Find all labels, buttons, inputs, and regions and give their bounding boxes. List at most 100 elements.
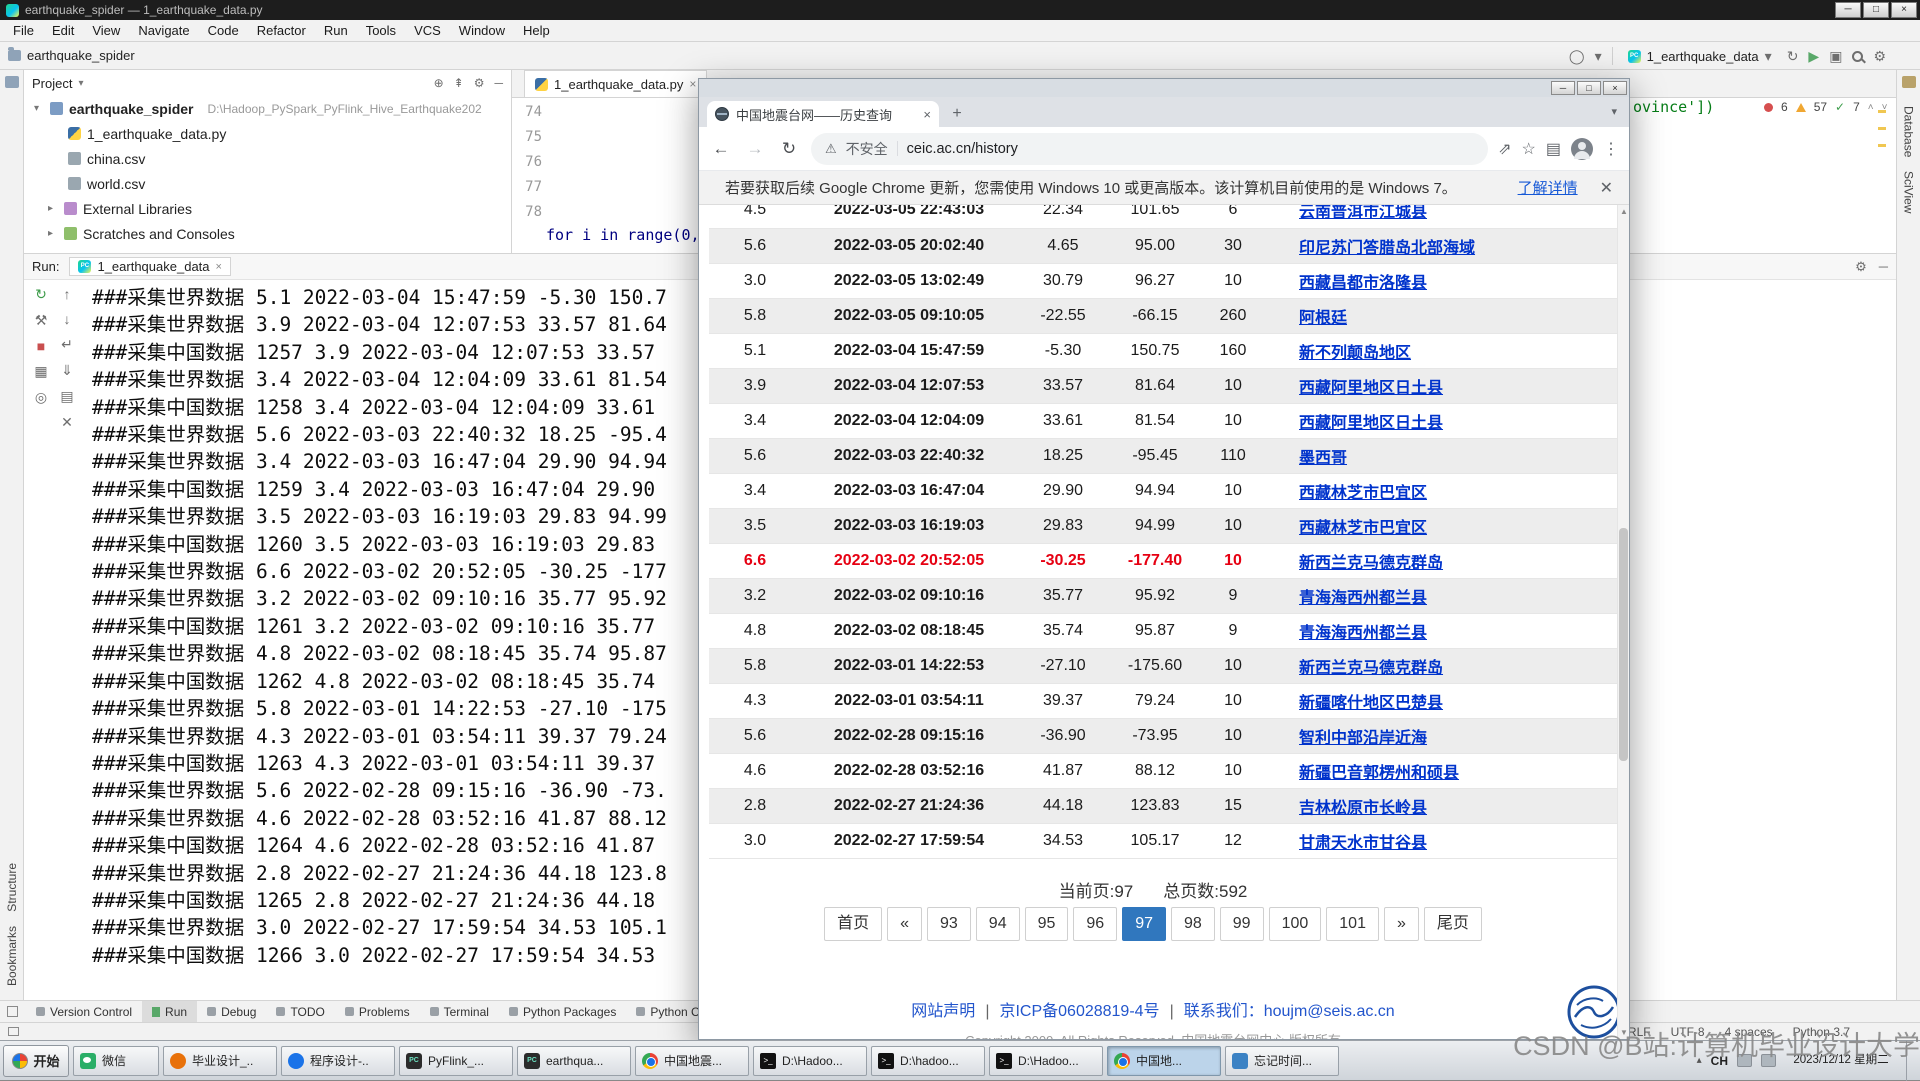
- menu-item-refactor[interactable]: Refactor: [248, 21, 315, 40]
- location-link[interactable]: 阿根廷: [1299, 310, 1347, 327]
- minimize-button[interactable]: ─: [1835, 2, 1861, 18]
- close-tab-icon[interactable]: ×: [689, 77, 696, 91]
- location-link[interactable]: 西藏林芝市巴宜区: [1299, 485, 1427, 502]
- location-link[interactable]: 青海海西州都兰县: [1299, 590, 1427, 607]
- location-link[interactable]: 印尼苏门答腊岛北部海域: [1299, 240, 1475, 257]
- scrollbar[interactable]: ▲ ▼: [1617, 205, 1629, 1039]
- page-button-item[interactable]: 首页: [824, 907, 882, 941]
- grid-icon[interactable]: [8, 1027, 19, 1036]
- page-button-95[interactable]: 95: [1025, 907, 1069, 941]
- taskbar-item[interactable]: 中国地...: [1107, 1046, 1221, 1076]
- location-link[interactable]: 西藏昌都市洛隆县: [1299, 275, 1427, 292]
- run-tab[interactable]: PC 1_earthquake_data ×: [69, 257, 230, 276]
- tool-window-problems[interactable]: Problems: [335, 1001, 420, 1023]
- page-button-94[interactable]: 94: [976, 907, 1020, 941]
- location-link[interactable]: 新疆巴音郭楞州和硕县: [1299, 765, 1459, 782]
- tab-search-icon[interactable]: ▾: [1611, 105, 1617, 118]
- menu-icon[interactable]: ⋮: [1603, 139, 1619, 159]
- address-bar[interactable]: ⚠ 不安全 ceic.ac.cn/history: [811, 133, 1488, 165]
- update-project-icon[interactable]: ↻: [1787, 48, 1799, 65]
- close-button[interactable]: ×: [1603, 81, 1627, 95]
- soft-wrap-icon[interactable]: ↵: [61, 336, 73, 353]
- footer-link[interactable]: 联系我们：houjm@seis.ac.cn: [1184, 1003, 1395, 1020]
- stop-icon[interactable]: ■: [37, 338, 45, 354]
- taskbar-item[interactable]: 中国地震...: [635, 1046, 749, 1076]
- location-link[interactable]: 西藏林芝市巴宜区: [1299, 520, 1427, 537]
- location-link[interactable]: 吉林松原市长岭县: [1299, 800, 1427, 817]
- page-button-98[interactable]: 98: [1171, 907, 1215, 941]
- menu-item-vcs[interactable]: VCS: [405, 21, 450, 40]
- location-link[interactable]: 新西兰克马德克群岛: [1299, 660, 1443, 677]
- page-button-97[interactable]: 97: [1122, 907, 1166, 941]
- print-icon[interactable]: ▤: [60, 388, 73, 405]
- scroll-end-icon[interactable]: ⇓: [61, 362, 73, 379]
- forward-icon[interactable]: →: [743, 139, 767, 159]
- menu-item-edit[interactable]: Edit: [43, 21, 83, 40]
- maximize-button[interactable]: □: [1863, 2, 1889, 18]
- project-panel-title[interactable]: Project: [32, 76, 72, 91]
- tree-item-scratches[interactable]: ▸ Scratches and Consoles: [24, 221, 511, 246]
- wrench-icon[interactable]: ⚒: [35, 312, 48, 329]
- minimize-button[interactable]: ─: [1551, 81, 1575, 95]
- locate-file-icon[interactable]: ⊕: [434, 76, 444, 90]
- taskbar-item[interactable]: 毕业设计_..: [163, 1046, 277, 1076]
- start-button[interactable]: 开始: [3, 1045, 69, 1077]
- menu-item-help[interactable]: Help: [514, 21, 559, 40]
- menu-item-tools[interactable]: Tools: [357, 21, 405, 40]
- menu-item-code[interactable]: Code: [199, 21, 248, 40]
- breadcrumb[interactable]: earthquake_spider: [8, 48, 135, 63]
- new-tab-button[interactable]: +: [947, 104, 967, 124]
- page-button-item[interactable]: »: [1384, 907, 1419, 941]
- tree-item-world-csv[interactable]: world.csv: [24, 171, 511, 196]
- run-icon[interactable]: ▶: [1808, 48, 1819, 65]
- clear-console-icon[interactable]: ✕: [61, 414, 73, 431]
- location-link[interactable]: 新疆喀什地区巴楚县: [1299, 695, 1443, 712]
- taskbar-item[interactable]: PCPyFlink_...: [399, 1046, 513, 1076]
- close-button[interactable]: ×: [1891, 2, 1917, 18]
- code-fragment[interactable]: ovince']): [1633, 98, 1714, 116]
- scroll-up-icon[interactable]: ▲: [1620, 207, 1628, 216]
- taskbar-item[interactable]: >_D:\Hadoo...: [753, 1046, 867, 1076]
- tool-tab-structure[interactable]: Structure: [5, 863, 19, 912]
- down-stack-icon[interactable]: ↓: [64, 311, 71, 327]
- location-link[interactable]: 西藏阿里地区日土县: [1299, 415, 1443, 432]
- location-link[interactable]: 新不列颠岛地区: [1299, 345, 1411, 362]
- menu-item-run[interactable]: Run: [315, 21, 357, 40]
- page-button-item[interactable]: «: [887, 907, 922, 941]
- footer-link[interactable]: 网站声明: [911, 1003, 975, 1020]
- close-tab-icon[interactable]: ×: [923, 107, 931, 122]
- menu-item-window[interactable]: Window: [450, 21, 514, 40]
- learn-more-link[interactable]: 了解详情: [1518, 177, 1578, 198]
- pin-icon[interactable]: ◎: [35, 389, 47, 406]
- footer-link[interactable]: 京ICP备06028819-4号: [999, 1003, 1159, 1020]
- chevron-down-icon[interactable]: ▾: [1595, 48, 1602, 65]
- run-config-selector[interactable]: PC 1_earthquake_data ▾: [1623, 45, 1777, 68]
- taskbar-item[interactable]: 微信: [73, 1046, 159, 1076]
- tool-tab-database[interactable]: Database: [1902, 106, 1916, 157]
- tool-window-todo[interactable]: TODO: [266, 1001, 334, 1023]
- bookmark-star-icon[interactable]: ☆: [1522, 139, 1536, 159]
- search-icon[interactable]: [1852, 51, 1863, 62]
- side-panel-icon[interactable]: ▤: [1546, 139, 1561, 159]
- page-button-99[interactable]: 99: [1220, 907, 1264, 941]
- page-button-101[interactable]: 101: [1326, 907, 1379, 941]
- tool-window-python-packages[interactable]: Python Packages: [499, 1001, 626, 1023]
- editor-tab[interactable]: 1_earthquake_data.py ×: [524, 70, 707, 97]
- rerun-icon[interactable]: ↻: [35, 286, 47, 303]
- tree-item-python-file[interactable]: 1_earthquake_data.py: [24, 121, 511, 146]
- menu-item-navigate[interactable]: Navigate: [129, 21, 198, 40]
- tool-tab-sciview[interactable]: SciView: [1902, 171, 1916, 213]
- tool-window-run[interactable]: Run: [142, 1001, 197, 1023]
- taskbar-item[interactable]: >_D:\Hadoo...: [989, 1046, 1103, 1076]
- taskbar-item[interactable]: PCearthqua...: [517, 1046, 631, 1076]
- share-icon[interactable]: ⇗: [1498, 139, 1511, 159]
- menu-item-file[interactable]: File: [4, 21, 43, 40]
- profile-icon[interactable]: [1571, 138, 1593, 160]
- back-icon[interactable]: ←: [709, 139, 733, 159]
- panel-settings-icon[interactable]: ⚙: [1855, 259, 1867, 275]
- restore-layout-icon[interactable]: ▦: [34, 363, 47, 380]
- hide-panel-icon[interactable]: ─: [494, 76, 503, 90]
- location-link[interactable]: 墨西哥: [1299, 450, 1347, 467]
- browser-tab[interactable]: 中国地震台网——历史查询 ×: [707, 101, 939, 127]
- tool-window-terminal[interactable]: Terminal: [420, 1001, 499, 1023]
